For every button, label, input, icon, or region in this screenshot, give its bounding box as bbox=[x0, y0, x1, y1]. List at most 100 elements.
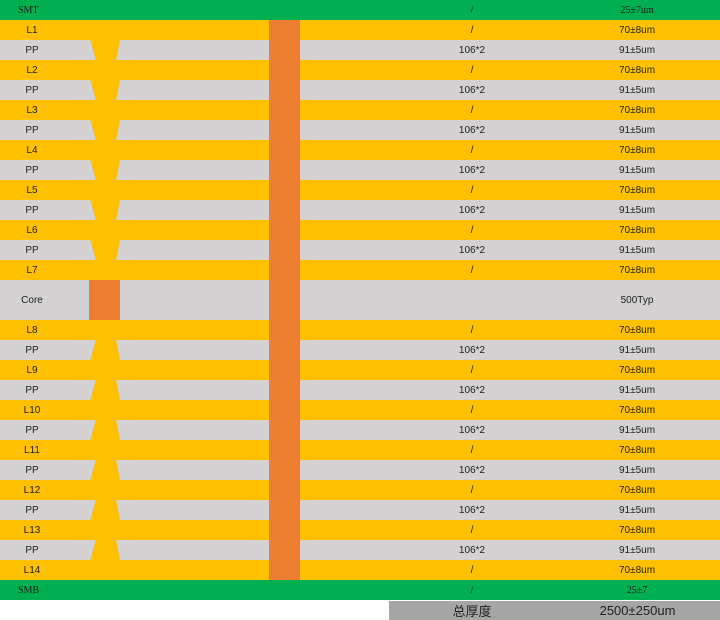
total-thickness-bar: 总厚度 2500±250um bbox=[389, 601, 720, 620]
layer-thickness: 91±5um bbox=[618, 504, 656, 516]
layer-thickness: 91±5um bbox=[618, 344, 656, 356]
layer-thickness: 70±8um bbox=[618, 404, 656, 416]
layer-thickness: 91±5um bbox=[618, 464, 656, 476]
layer-material: / bbox=[470, 524, 474, 536]
layer-name: PP bbox=[25, 344, 39, 356]
layer-material: / bbox=[470, 24, 474, 36]
layer-row-l3: L3 / 70±8um bbox=[0, 100, 720, 120]
layer-thickness: 91±5um bbox=[618, 44, 656, 56]
layer-material bbox=[400, 280, 544, 320]
layer-row-smb: SMB / 25±7 bbox=[0, 580, 720, 600]
layer-name: PP bbox=[25, 464, 39, 476]
layer-name: L7 bbox=[26, 264, 38, 276]
layer-name: L1 bbox=[26, 24, 38, 36]
layer-name: L4 bbox=[26, 144, 38, 156]
layer-name: PP bbox=[25, 244, 39, 256]
layer-row-smt: SMT / 25±7um bbox=[0, 0, 720, 20]
layer-material: 106*2 bbox=[458, 244, 486, 256]
pcb-stackup-diagram: SMT / 25±7um L1 / 70±8um PP 106*2 91±5um L2 / 70±8u… bbox=[0, 0, 720, 620]
blind-via-segment bbox=[90, 200, 120, 220]
layer-name: Core bbox=[21, 294, 43, 306]
layer-thickness: 70±8um bbox=[618, 144, 656, 156]
layer-material: / bbox=[470, 224, 474, 236]
layer-row-l1: L1 / 70±8um bbox=[0, 20, 720, 40]
layer-material: / bbox=[470, 104, 474, 116]
layer-thickness: 91±5um bbox=[618, 424, 656, 436]
layer-thickness: 70±8um bbox=[618, 524, 656, 536]
layer-thickness: 70±8um bbox=[618, 484, 656, 496]
layer-material: 106*2 bbox=[458, 44, 486, 56]
layer-thickness: 91±5um bbox=[618, 84, 656, 96]
layer-material: / bbox=[470, 4, 474, 16]
layer-material: 106*2 bbox=[458, 384, 486, 396]
blind-via-segment bbox=[90, 240, 120, 260]
layer-thickness: 70±8um bbox=[618, 64, 656, 76]
layer-name: L5 bbox=[26, 184, 38, 196]
layer-name: PP bbox=[25, 44, 39, 56]
layer-thickness: 70±8um bbox=[618, 184, 656, 196]
layer-row-l12: L12 / 70±8um bbox=[0, 480, 720, 500]
layer-thickness: 70±8um bbox=[618, 224, 656, 236]
layer-thickness: 91±5um bbox=[618, 244, 656, 256]
layer-row-l11: L11 / 70±8um bbox=[0, 440, 720, 460]
layer-material: / bbox=[470, 324, 474, 336]
layer-material: 106*2 bbox=[458, 84, 486, 96]
layer-name: L9 bbox=[26, 364, 38, 376]
blind-via-segment bbox=[90, 80, 120, 100]
layer-name: SMB bbox=[18, 584, 40, 596]
layer-thickness: 91±5um bbox=[618, 204, 656, 216]
layer-name: L6 bbox=[26, 224, 38, 236]
layer-thickness: 25±7um bbox=[620, 4, 654, 16]
layer-row-l5: L5 / 70±8um bbox=[0, 180, 720, 200]
layer-name: PP bbox=[25, 204, 39, 216]
layer-name: PP bbox=[25, 84, 39, 96]
layer-thickness: 500Typ bbox=[620, 294, 654, 306]
layer-material: 106*2 bbox=[458, 464, 486, 476]
layer-thickness: 70±8um bbox=[618, 104, 656, 116]
layer-name: L2 bbox=[26, 64, 38, 76]
layer-name: PP bbox=[25, 124, 39, 136]
total-thickness-value: 2500±250um bbox=[599, 603, 676, 618]
layer-thickness: 70±8um bbox=[618, 324, 656, 336]
total-thickness-label: 总厚度 bbox=[452, 604, 492, 619]
layer-thickness: 25±7 bbox=[626, 584, 648, 596]
blind-via-segment bbox=[90, 500, 120, 520]
layer-material: / bbox=[470, 584, 474, 596]
layer-thickness: 70±8um bbox=[618, 444, 656, 456]
layer-name: PP bbox=[25, 384, 39, 396]
layer-name: PP bbox=[25, 424, 39, 436]
layer-material: / bbox=[470, 144, 474, 156]
layer-name: L10 bbox=[23, 404, 41, 416]
layer-name: L3 bbox=[26, 104, 38, 116]
blind-via-segment bbox=[90, 380, 120, 400]
layer-row-l8: L8 / 70±8um bbox=[0, 320, 720, 340]
layer-name: L14 bbox=[23, 564, 41, 576]
layer-name: L13 bbox=[23, 524, 41, 536]
layer-row-l13: L13 / 70±8um bbox=[0, 520, 720, 540]
layer-row-l10: L10 / 70±8um bbox=[0, 400, 720, 420]
layer-material: 106*2 bbox=[458, 504, 486, 516]
blind-via-segment bbox=[90, 420, 120, 440]
blind-via-segment bbox=[90, 40, 120, 60]
core-via-plug bbox=[89, 280, 120, 320]
blind-via-segment bbox=[90, 160, 120, 180]
layer-thickness: 70±8um bbox=[618, 364, 656, 376]
layer-material: 106*2 bbox=[458, 424, 486, 436]
layer-row-l9: L9 / 70±8um bbox=[0, 360, 720, 380]
layer-material: 106*2 bbox=[458, 164, 486, 176]
layer-thickness: 91±5um bbox=[618, 384, 656, 396]
layer-material: 106*2 bbox=[458, 344, 486, 356]
layer-material: 106*2 bbox=[458, 204, 486, 216]
blind-via-segment bbox=[90, 460, 120, 480]
layer-row-l7: L7 / 70±8um bbox=[0, 260, 720, 280]
layer-thickness: 70±8um bbox=[618, 264, 656, 276]
through-via bbox=[269, 20, 300, 580]
layer-row-l2: L2 / 70±8um bbox=[0, 60, 720, 80]
blind-via-segment bbox=[90, 120, 120, 140]
blind-via-segment bbox=[90, 340, 120, 360]
layer-name: L8 bbox=[26, 324, 38, 336]
layer-thickness: 70±8um bbox=[618, 564, 656, 576]
layer-name: PP bbox=[25, 164, 39, 176]
layer-material: / bbox=[470, 444, 474, 456]
layer-material: / bbox=[470, 404, 474, 416]
